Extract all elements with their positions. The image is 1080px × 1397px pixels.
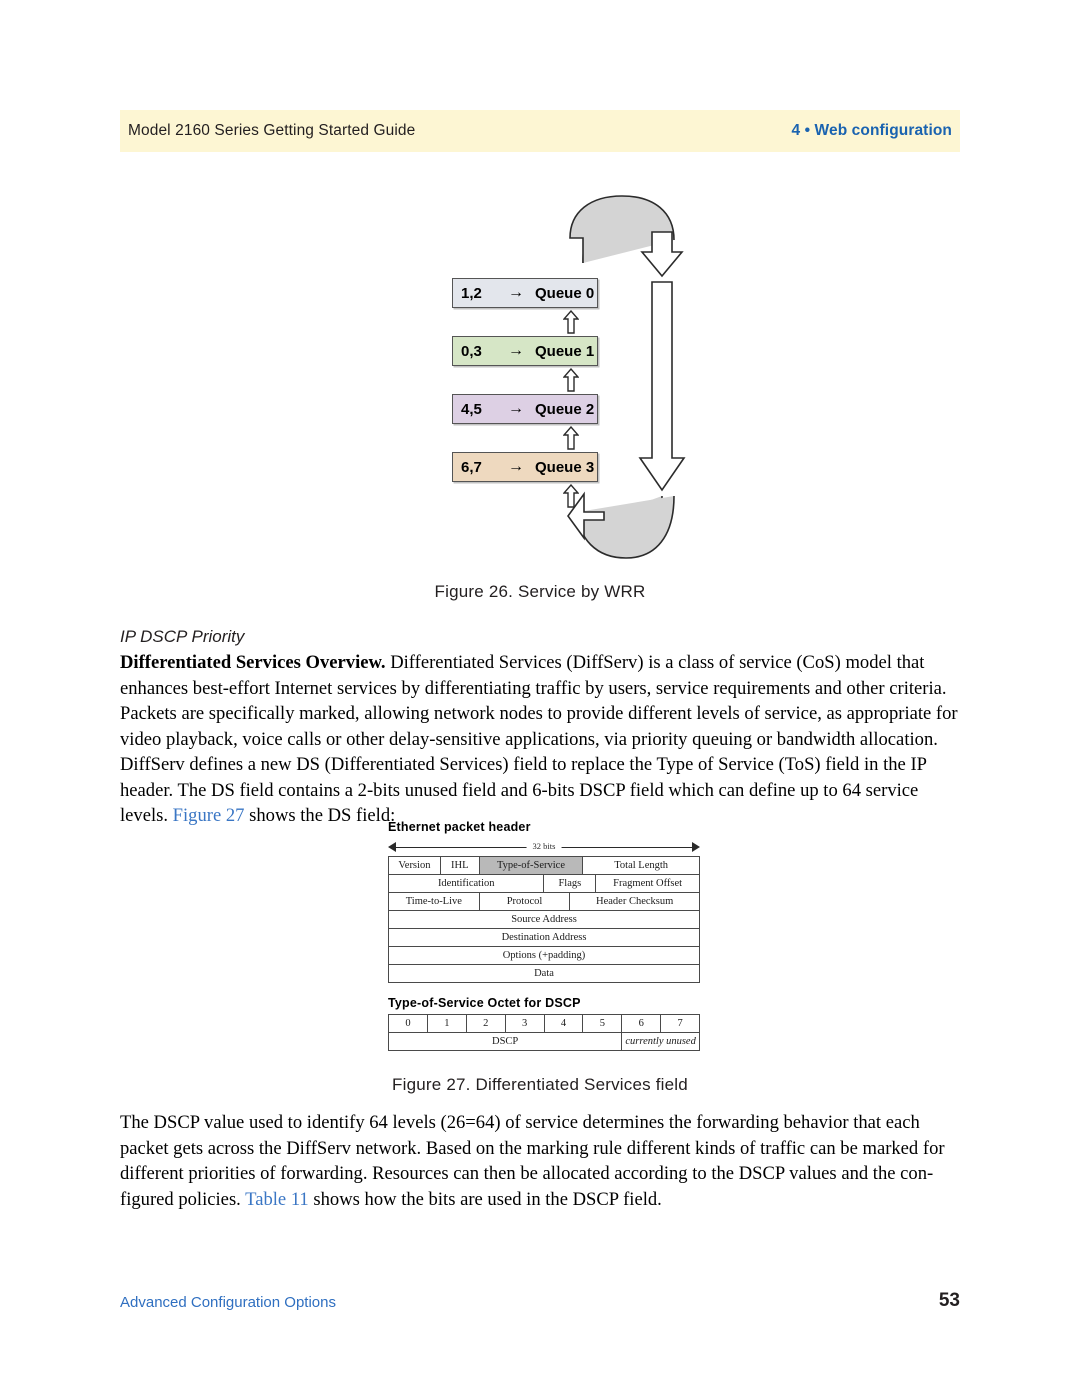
header-chapter-title: 4 • Web configuration xyxy=(791,122,952,139)
cell-protocol: Protocol xyxy=(478,892,571,911)
bit-number-0: 0 xyxy=(388,1014,428,1033)
right-arrow-icon: → xyxy=(508,284,524,301)
cell-source-address: Source Address xyxy=(388,910,700,929)
figure-27-caption: Figure 27. Differentiated Services field xyxy=(392,1075,688,1094)
table-row: Destination Address xyxy=(388,928,700,947)
queue-1-priorities: 0,3 xyxy=(461,342,482,360)
queue-box-3: 6,7 → Queue 3 xyxy=(452,452,598,482)
cell-total-length: Total Length xyxy=(582,856,700,875)
cell-currently-unused: currently unused xyxy=(621,1032,700,1051)
paragraph-body-b: shows how the bits are used in the DSCP … xyxy=(308,1188,662,1210)
section-heading-ip-dscp-priority: IP DSCP Priority xyxy=(120,627,245,646)
wrr-flow-arrows xyxy=(567,195,686,559)
tos-octet-table: 0 1 2 3 4 5 6 7 DSCP currently unused xyxy=(387,1014,700,1051)
cell-type-of-service: Type-of-Service xyxy=(478,856,584,875)
right-arrowhead-icon xyxy=(692,842,700,852)
bit-number-7: 7 xyxy=(660,1014,700,1033)
cross-reference-table-11[interactable]: Table 11 xyxy=(245,1189,309,1210)
ip-header-table: Version IHL Type-of-Service Total Length… xyxy=(387,856,700,983)
table-row: Options (+padding) xyxy=(388,946,700,965)
bit-number-4: 4 xyxy=(543,1014,584,1033)
figure-26-caption: Figure 26. Service by WRR xyxy=(434,582,646,601)
queue-0-priorities: 1,2 xyxy=(461,284,482,302)
queue-0-label: Queue 0 xyxy=(535,284,595,302)
queue-box-2: 4,5 → Queue 2 xyxy=(452,394,598,424)
footer-section-label: Advanced Configuration Options xyxy=(120,1294,336,1311)
cell-identification: Identification xyxy=(387,874,545,893)
cell-ihl: IHL xyxy=(439,856,480,875)
right-arrow-icon: → xyxy=(508,400,524,417)
cell-header-checksum: Header Checksum xyxy=(569,892,700,911)
packet-header-diagram: Ethernet packet header 32 bits Version I… xyxy=(387,820,700,1051)
queue-connector-3-in xyxy=(562,483,580,508)
ethernet-packet-header-heading: Ethernet packet header xyxy=(388,820,531,834)
queue-3-priorities: 6,7 xyxy=(461,458,482,476)
figure-27-differentiated-services-field: Ethernet packet header 32 bits Version I… xyxy=(120,820,960,1094)
queue-2-priorities: 4,5 xyxy=(461,400,482,418)
figure-26-service-by-wrr: 1,2 → Queue 0 0,3 → Queue 1 4,5 → Queue … xyxy=(120,190,960,610)
paragraph-dscp-value: The DSCP value used to identify 64 level… xyxy=(120,1110,960,1212)
page-running-header: Model 2160 Series Getting Started Guide … xyxy=(120,110,960,152)
paragraph-diffserv-overview: Differentiated Services Overview. Differ… xyxy=(120,650,960,752)
queue-3-label: Queue 3 xyxy=(535,458,595,476)
right-arrow-icon: → xyxy=(508,458,524,475)
wrr-diagram: 1,2 → Queue 0 0,3 → Queue 1 4,5 → Queue … xyxy=(430,190,730,580)
cell-destination-address: Destination Address xyxy=(388,928,700,947)
paragraph-lead-in: Differentiated Services Overview. xyxy=(120,652,386,673)
page-number: 53 xyxy=(938,1290,960,1311)
table-row: Source Address xyxy=(388,910,700,929)
queue-box-1: 0,3 → Queue 1 xyxy=(452,336,598,366)
cell-fragment-offset: Fragment Offset xyxy=(595,874,700,893)
cell-dscp: DSCP xyxy=(387,1032,623,1051)
table-row: 0 1 2 3 4 5 6 7 xyxy=(388,1014,700,1033)
queue-2-label: Queue 2 xyxy=(535,400,595,418)
bit-width-rule: 32 bits xyxy=(388,838,700,854)
queue-connector-2-3 xyxy=(562,425,580,450)
table-row: DSCP currently unused xyxy=(387,1032,700,1051)
bit-number-2: 2 xyxy=(465,1014,506,1033)
cell-data: Data xyxy=(388,964,700,983)
cell-version: Version xyxy=(388,856,441,875)
bits-label: 32 bits xyxy=(526,838,562,854)
tos-octet-heading: Type-of-Service Octet for DSCP xyxy=(388,996,581,1010)
header-guide-title: Model 2160 Series Getting Started Guide xyxy=(128,122,416,139)
queue-connector-1-2 xyxy=(562,367,580,392)
table-row: Data xyxy=(388,964,700,983)
table-row: Identification Flags Fragment Offset xyxy=(387,874,700,893)
bit-number-3: 3 xyxy=(504,1014,545,1033)
queue-connector-0-1 xyxy=(562,309,580,334)
right-arrow-icon: → xyxy=(508,342,524,359)
paragraph-ds-field: DiffServ defines a new DS (Differentiate… xyxy=(120,752,960,829)
queue-1-label: Queue 1 xyxy=(535,342,595,360)
cell-time-to-live: Time-to-Live xyxy=(388,892,480,911)
table-row: Version IHL Type-of-Service Total Length xyxy=(388,856,700,875)
cell-flags: Flags xyxy=(543,874,597,893)
queue-box-0: 1,2 → Queue 0 xyxy=(452,278,598,308)
cell-options-padding: Options (+padding) xyxy=(388,946,700,965)
bit-number-6: 6 xyxy=(621,1014,662,1033)
bit-number-1: 1 xyxy=(426,1014,467,1033)
bit-number-5: 5 xyxy=(582,1014,623,1033)
table-row: Time-to-Live Protocol Header Checksum xyxy=(388,892,700,911)
